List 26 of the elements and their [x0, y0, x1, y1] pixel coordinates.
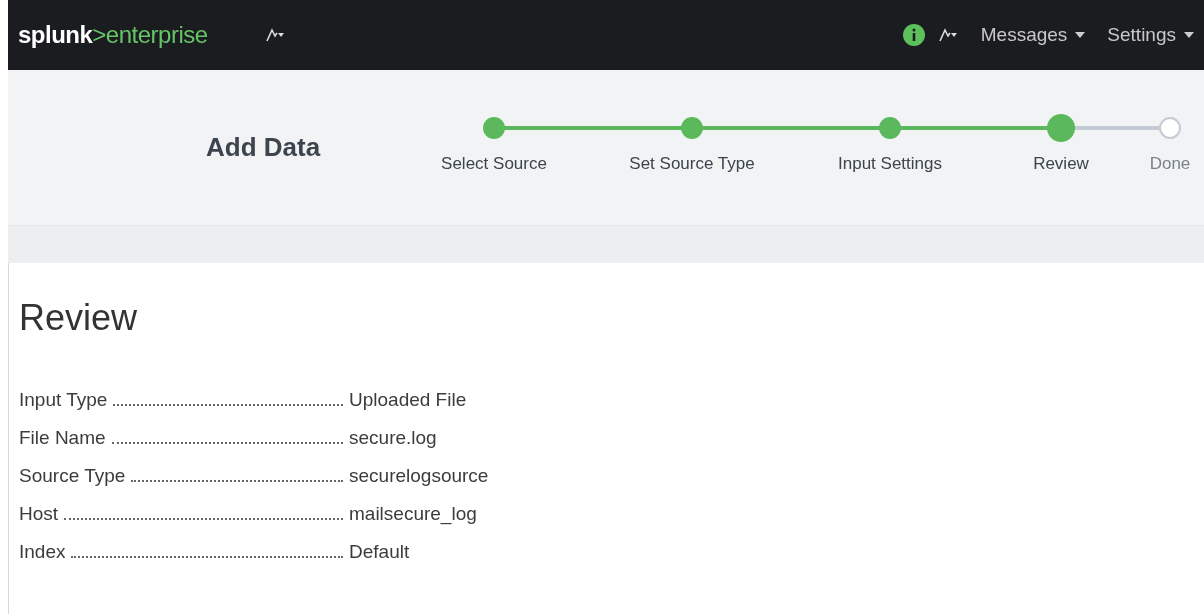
caret-icon	[1184, 32, 1194, 38]
field-label: Input Type	[19, 389, 108, 411]
field-value: securelogsource	[349, 465, 490, 487]
step-label: Select Source	[441, 154, 547, 174]
field-value: secure.log	[349, 427, 438, 449]
field-value: Default	[349, 541, 411, 563]
info-icon[interactable]	[902, 24, 925, 46]
section-heading: Review	[19, 297, 139, 339]
step-label: Done	[1149, 154, 1191, 174]
activity-icon[interactable]	[265, 28, 286, 42]
page-title: Add Data	[206, 132, 322, 163]
menu-button[interactable]: Messages	[980, 24, 1086, 46]
caret-icon	[1075, 32, 1086, 38]
step-label: Input Settings	[838, 154, 942, 174]
field-label: Source Type	[19, 465, 126, 487]
step-label: Set Source Type	[629, 154, 755, 174]
logo-product: >enterprise	[92, 21, 208, 48]
activity-icon[interactable]	[938, 28, 959, 42]
field-value: Uploaded File	[349, 389, 468, 411]
field-label: Index	[19, 541, 66, 563]
logo-brand: splunk	[18, 21, 93, 48]
menu-button[interactable]: Settings	[1107, 24, 1194, 46]
step-label: Review	[1033, 154, 1089, 174]
field-label: Host	[19, 503, 59, 525]
field-label: File Name	[19, 427, 106, 449]
field-value: mailsecure_log	[349, 503, 478, 525]
